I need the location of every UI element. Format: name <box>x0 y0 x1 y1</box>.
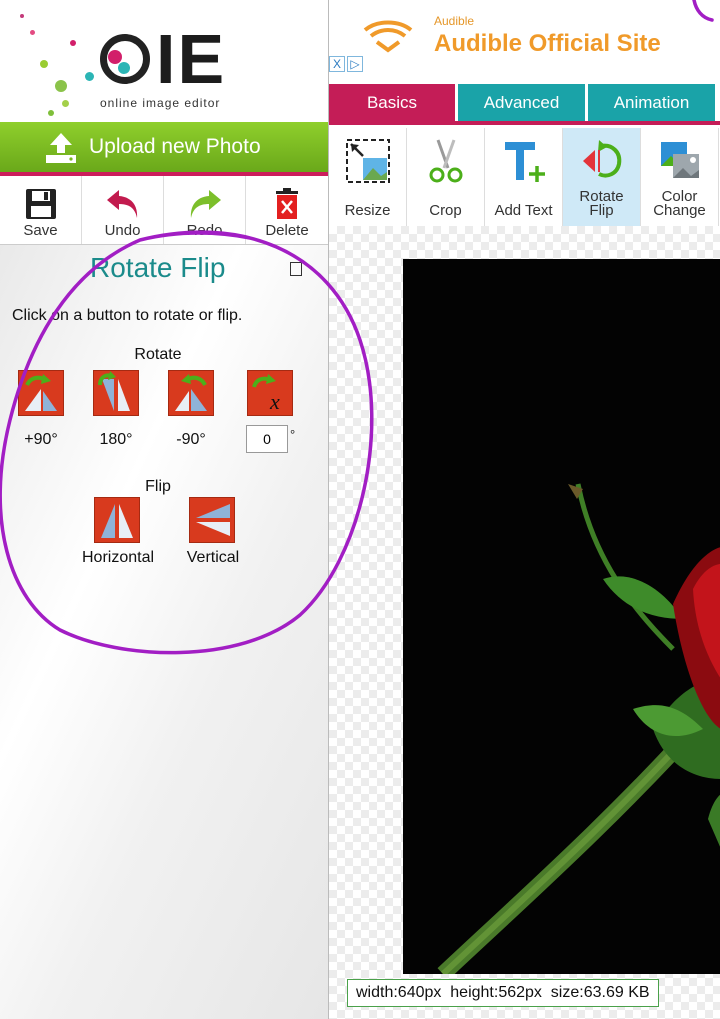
adchoices-icon[interactable]: ▷ <box>347 56 363 72</box>
panel-info-icon[interactable] <box>290 262 302 276</box>
flip-vertical-icon <box>196 504 230 536</box>
panel-title: Rotate Flip <box>90 252 226 283</box>
flip-horizontal-label: Horizontal <box>81 549 155 566</box>
add-text-icon <box>504 142 545 182</box>
resize-icon <box>345 139 390 183</box>
scissors-icon <box>429 139 462 183</box>
rotate-left-icon <box>175 374 207 411</box>
ad-close-icon[interactable]: X <box>329 56 345 72</box>
ad-title[interactable]: Audible Official Site <box>434 30 661 58</box>
redo-label: Redo <box>186 222 223 239</box>
photo-preview[interactable] <box>403 259 720 974</box>
rotate-right-icon <box>25 374 57 411</box>
left-panel: IE online image editor Upload new Photo … <box>0 0 328 1019</box>
color-change-tool[interactable]: Color Change <box>641 128 719 226</box>
undo-arrow-icon <box>106 190 137 218</box>
rose-image <box>403 259 720 974</box>
logo-letters: IE <box>156 20 227 98</box>
redo-button[interactable]: Redo <box>164 176 246 244</box>
degree-sign: ° <box>290 427 296 442</box>
save-button[interactable]: Save <box>0 176 82 244</box>
delete-button[interactable]: Delete <box>246 176 328 244</box>
svg-text:x: x <box>269 389 280 414</box>
upload-label: Upload new Photo <box>89 135 261 158</box>
image-canvas[interactable]: width:640px height:562px size:63.69 KB <box>329 226 720 1019</box>
logo-tagline: online image editor <box>100 96 221 110</box>
crop-label: Crop <box>429 202 462 219</box>
ad-controls: X ▷ <box>329 56 365 72</box>
rotate-plus90-button[interactable] <box>18 370 64 416</box>
rotate-flip-label-line2: Flip <box>589 202 614 219</box>
flip-horizontal-button[interactable] <box>94 497 140 543</box>
editor-tabs: Basics Advanced Animation <box>329 84 720 124</box>
rotate-180-icon <box>98 371 130 411</box>
panel-instructions: Click on a button to rotate or flip. <box>12 307 243 324</box>
ad-brand: Audible <box>434 14 475 28</box>
audible-logo-icon <box>363 20 413 53</box>
tab-animation[interactable]: Animation <box>588 84 715 121</box>
color-change-icon <box>660 142 699 178</box>
resize-tool[interactable]: Resize <box>329 128 407 226</box>
flip-horizontal-icon <box>101 504 133 538</box>
tool-ribbon: Resize Crop Add Text Rotate Flip Color C… <box>329 128 720 227</box>
rotate-flip-tool[interactable]: Rotate Flip <box>563 128 641 226</box>
save-label: Save <box>23 222 58 239</box>
redo-arrow-icon <box>190 190 221 218</box>
floppy-disk-icon <box>25 189 56 219</box>
flip-vertical-button[interactable] <box>189 497 235 543</box>
rotate-plus90-label: +90° <box>24 431 58 448</box>
editor-area: Audible Audible Official Site X ▷ Basics… <box>328 0 720 1019</box>
tab-advanced[interactable]: Advanced <box>458 84 585 121</box>
tab-underline <box>329 121 720 125</box>
undo-button[interactable]: Undo <box>82 176 164 244</box>
rotate-heading: Rotate <box>134 346 182 363</box>
add-text-label: Add Text <box>494 202 553 219</box>
flip-vertical-label: Vertical <box>186 549 240 566</box>
rotate-custom-button[interactable]: x <box>247 370 293 416</box>
rotate-flip-icon <box>582 140 621 178</box>
resize-label: Resize <box>344 202 391 219</box>
crop-tool[interactable]: Crop <box>407 128 485 226</box>
rotate-minus90-label: -90° <box>176 431 206 448</box>
rotate-180-label: 180° <box>99 431 133 448</box>
tab-basics[interactable]: Basics <box>329 84 455 121</box>
custom-degree-input[interactable] <box>246 425 288 453</box>
file-toolbar: Save Undo Redo Delete <box>0 176 328 245</box>
upload-photo-button[interactable]: Upload new Photo <box>0 122 328 176</box>
rotate-180-button[interactable] <box>93 370 139 416</box>
trash-icon <box>276 188 298 219</box>
image-info-status: width:640px height:562px size:63.69 KB <box>347 979 659 1007</box>
rotate-custom-icon: x <box>252 374 280 414</box>
flip-heading: Flip <box>145 478 171 495</box>
undo-label: Undo <box>104 222 141 239</box>
rotate-minus90-button[interactable] <box>168 370 214 416</box>
upload-icon <box>46 133 76 163</box>
color-change-label-line2: Change <box>653 202 706 219</box>
app-logo[interactable]: IE online image editor <box>0 0 328 122</box>
ad-banner[interactable]: Audible Audible Official Site X ▷ <box>329 0 720 80</box>
delete-label: Delete <box>265 222 309 239</box>
add-text-tool[interactable]: Add Text <box>485 128 563 226</box>
